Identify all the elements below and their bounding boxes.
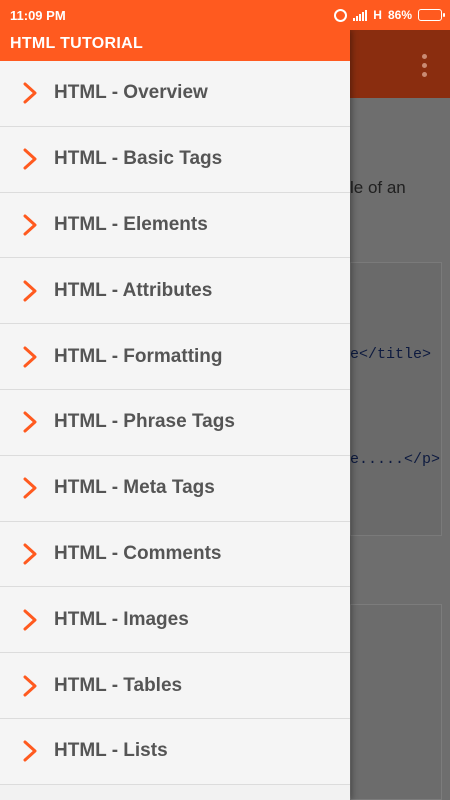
drawer-item-label: HTML - Comments	[54, 542, 222, 564]
chevron-right-icon	[23, 82, 37, 104]
drawer-header: HTML TUTORIAL	[0, 30, 350, 61]
drawer-item-label: HTML - Overview	[54, 82, 208, 104]
network-type: H	[373, 8, 382, 22]
drawer-item-label: HTML - Lists	[54, 740, 168, 762]
drawer-item-elements[interactable]: HTML - Elements	[0, 192, 350, 259]
drawer-title: HTML TUTORIAL	[10, 35, 144, 52]
background-text-fragment: le of an	[350, 178, 406, 197]
status-bar: 11:09 PM H 86%	[0, 0, 450, 30]
chevron-right-icon	[23, 148, 37, 170]
chevron-right-icon	[23, 675, 37, 697]
navigation-drawer: HTML TUTORIAL HTML - Overview HTML - Bas…	[0, 30, 350, 800]
drawer-item-images[interactable]: HTML - Images	[0, 587, 350, 654]
chevron-right-icon	[23, 411, 37, 433]
drawer-item-label: HTML - Formatting	[54, 345, 223, 367]
drawer-item-comments[interactable]: HTML - Comments	[0, 521, 350, 588]
alarm-icon	[334, 8, 348, 22]
code-block	[350, 262, 442, 536]
battery-text: 86%	[387, 8, 412, 22]
drawer-item-label: HTML - Images	[54, 608, 189, 630]
chevron-right-icon	[23, 609, 37, 631]
drawer-item-label: HTML - Meta Tags	[54, 477, 215, 499]
chevron-right-icon	[23, 346, 37, 368]
drawer-item-lists[interactable]: HTML - Lists	[0, 718, 350, 785]
chevron-right-icon	[23, 280, 37, 302]
drawer-list: HTML - Overview HTML - Basic Tags HTML -…	[0, 61, 350, 785]
code-block	[350, 604, 442, 800]
drawer-item-formatting[interactable]: HTML - Formatting	[0, 324, 350, 390]
drawer-item-label: HTML - Attributes	[54, 279, 213, 301]
drawer-item-basic-tags[interactable]: HTML - Basic Tags	[0, 126, 350, 193]
code-line: e</title>	[350, 346, 432, 363]
drawer-item-label: HTML - Tables	[54, 674, 183, 696]
chevron-right-icon	[23, 477, 37, 499]
chevron-right-icon	[23, 543, 37, 565]
overflow-menu-icon[interactable]	[422, 54, 428, 77]
battery-icon	[418, 9, 445, 21]
status-time: 11:09 PM	[10, 7, 66, 23]
chevron-right-icon	[23, 214, 37, 236]
signal-icon	[353, 9, 368, 21]
drawer-item-phrase-tags[interactable]: HTML - Phrase Tags	[0, 389, 350, 456]
drawer-item-attributes[interactable]: HTML - Attributes	[0, 258, 350, 325]
drawer-item-label: HTML - Elements	[54, 213, 208, 235]
drawer-item-label: HTML - Basic Tags	[54, 148, 223, 170]
drawer-item-meta-tags[interactable]: HTML - Meta Tags	[0, 455, 350, 522]
chevron-right-icon	[23, 740, 37, 762]
drawer-item-label: HTML - Phrase Tags	[54, 411, 235, 433]
code-line: e.....</p>	[350, 451, 441, 468]
drawer-item-overview[interactable]: HTML - Overview	[0, 61, 350, 127]
drawer-item-tables[interactable]: HTML - Tables	[0, 653, 350, 719]
